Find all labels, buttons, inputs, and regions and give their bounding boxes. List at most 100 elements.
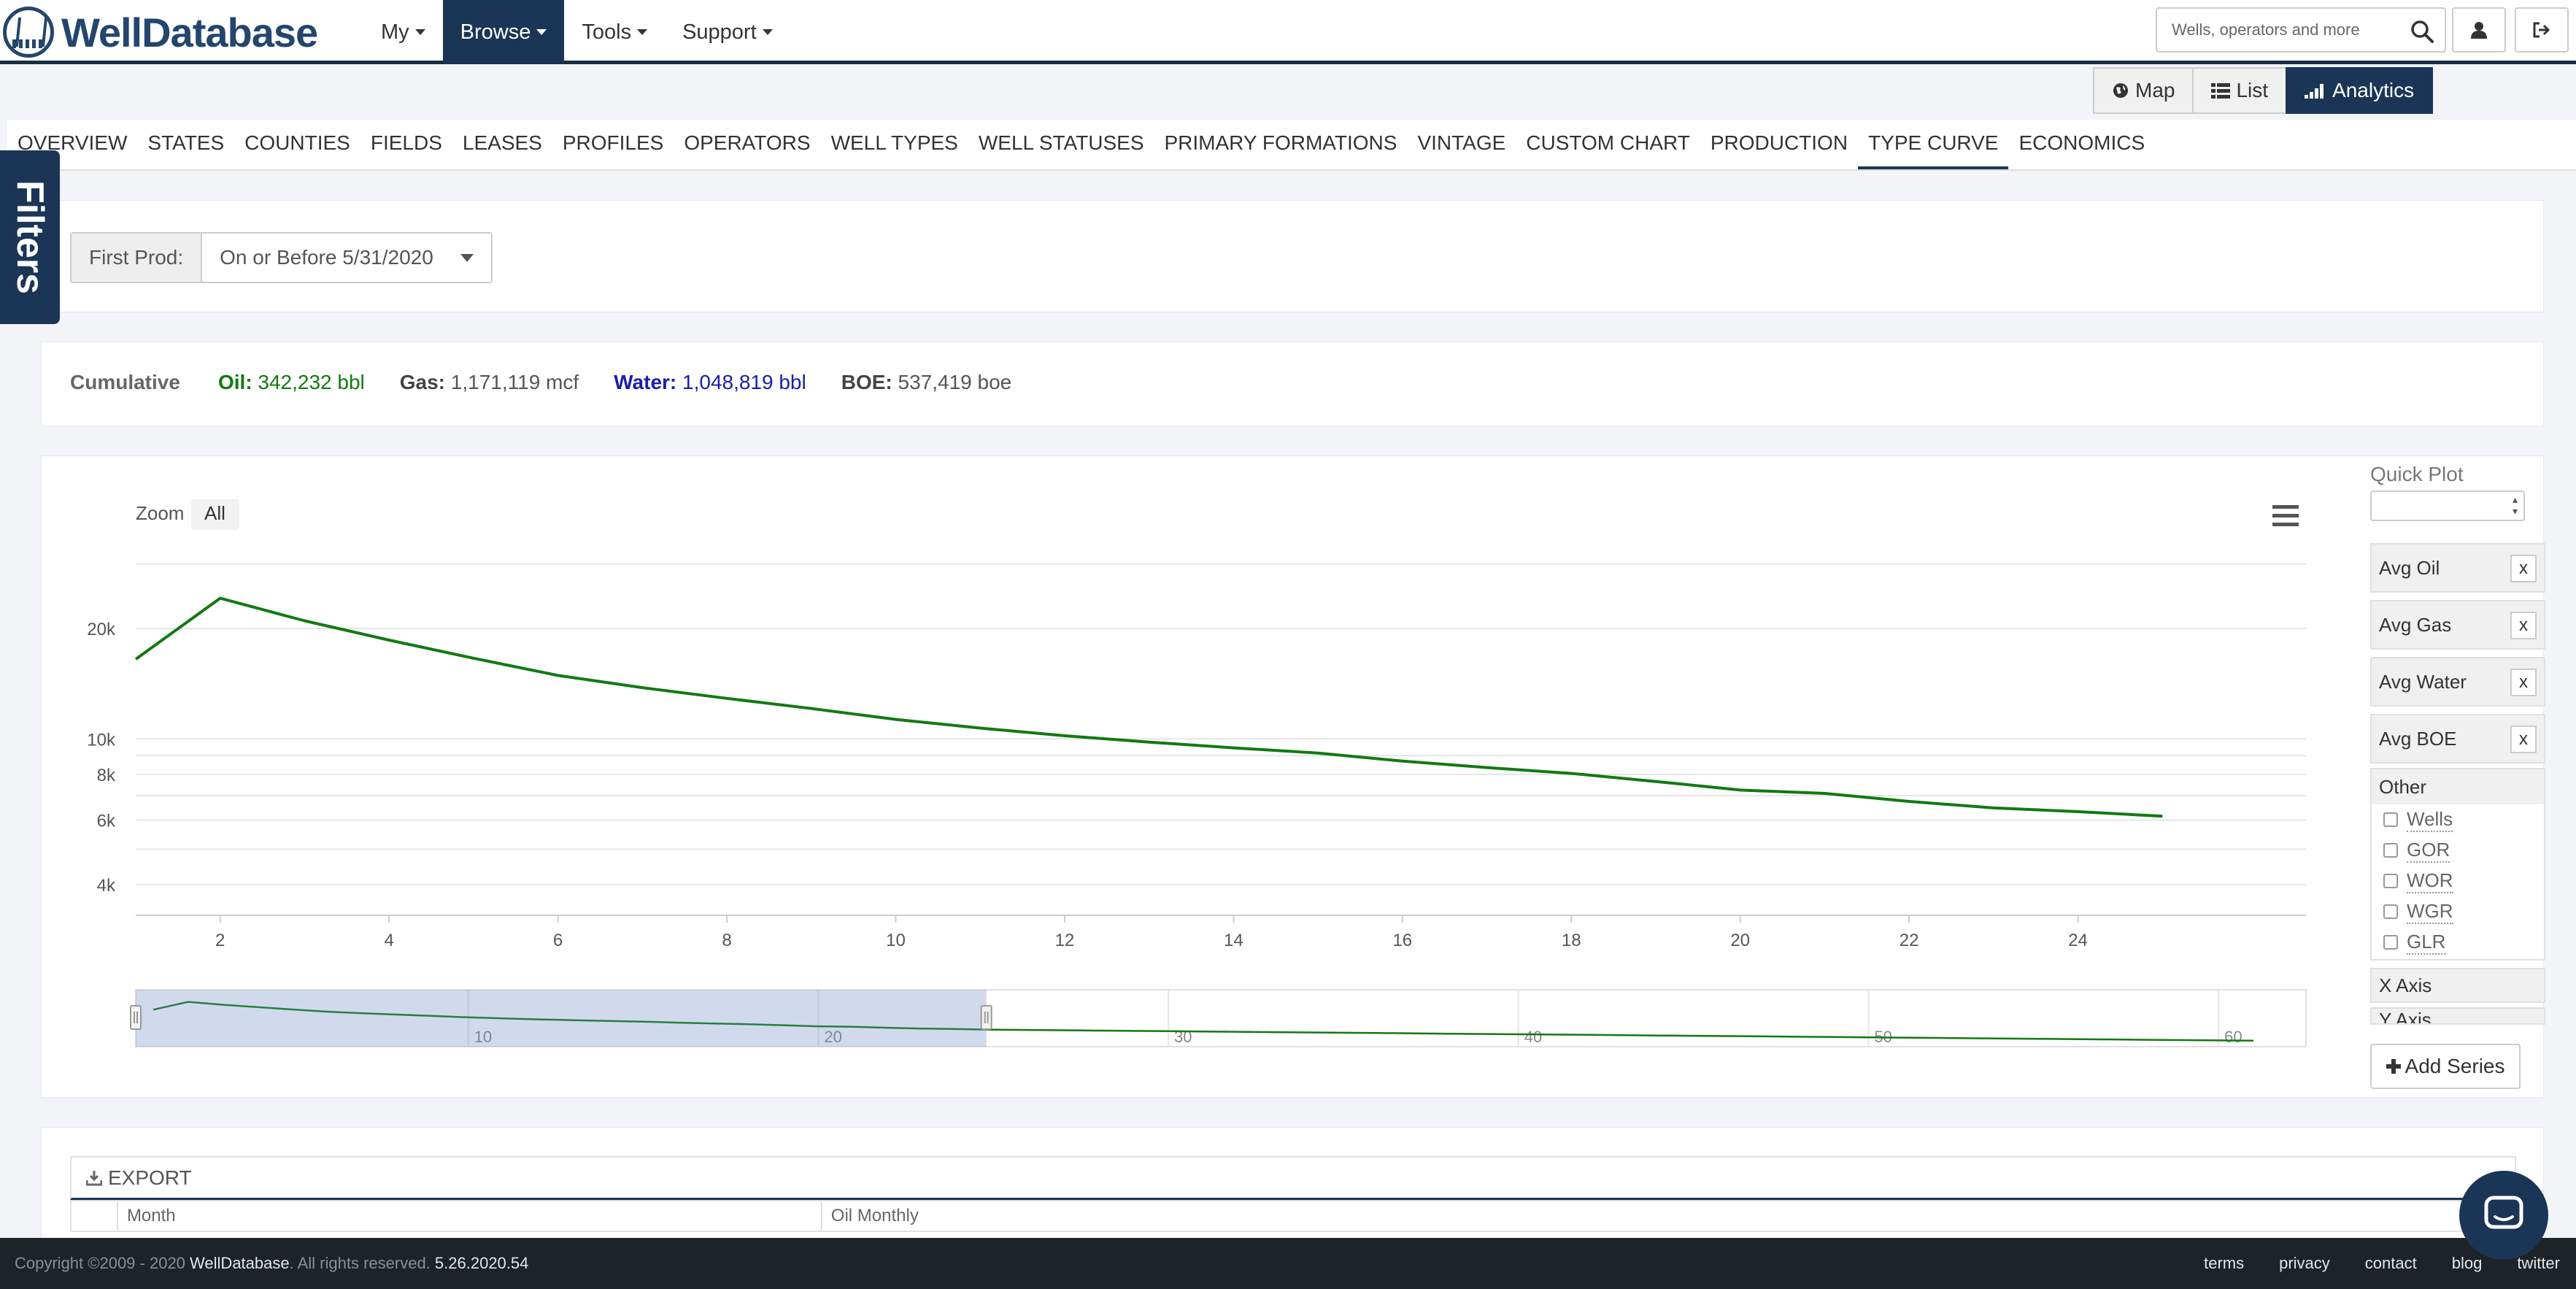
caret-down-icon [536,29,547,35]
checkbox[interactable] [2383,935,2398,950]
tab-leases[interactable]: LEASES [452,120,552,169]
x-tick-label: 2 [215,931,225,950]
series-label: Avg Water [2379,670,2467,693]
nav-tools-label: Tools [582,20,632,44]
checkbox[interactable] [2383,874,2398,888]
remove-series-button[interactable]: x [2510,612,2537,639]
tab-production[interactable]: PRODUCTION [1700,120,1858,169]
chat-icon [2484,1196,2523,1229]
analytics-tabs: OVERVIEW STATES COUNTIES FIELDS LEASES PROFIL… [7,120,2576,171]
y-axis-section[interactable]: Y Axis [2370,1007,2545,1025]
cumulative-oil: Oil: 342,232 bbl [218,371,365,394]
tab-well-types[interactable]: WELL TYPES [821,120,968,169]
tab-profiles[interactable]: PROFILES [552,120,674,169]
nav-my[interactable]: My [363,0,443,64]
option-wgr[interactable]: WGR [2372,896,2544,927]
first-prod-label: First Prod: [72,234,203,282]
footer-link-terms[interactable]: terms [2204,1254,2244,1273]
option-label: WGR [2407,900,2453,924]
nav-tools[interactable]: Tools [564,0,665,64]
series-avg-oil[interactable]: Avg Oil x [2370,543,2545,593]
footer-link-twitter[interactable]: twitter [2517,1254,2560,1273]
tab-well-statuses[interactable]: WELL STATUSES [968,120,1154,169]
tab-type-curve[interactable]: TYPE CURVE [1858,120,2009,169]
logout-button[interactable] [2515,7,2569,53]
remove-series-button[interactable]: x [2510,669,2537,696]
option-wells[interactable]: Wells [2372,804,2544,835]
cumulative-boe: BOE: 537,419 boe [841,371,1012,394]
type-curve-chart[interactable]: 4k6k8k10k20k 24681012141618202224 102030… [41,457,2359,1096]
chart-menu-icon[interactable] [2272,505,2299,526]
search-input[interactable]: Wells, operators and more [2156,7,2446,53]
series-side-panel: Quick Plot Avg Oilx Avg Gasx Avg Waterx … [2360,457,2545,1096]
filters-label: Filters [9,180,51,295]
tab-economics[interactable]: ECONOMICS [2008,120,2155,169]
footer-link-privacy[interactable]: privacy [2279,1254,2330,1273]
x-tick-label: 4 [384,931,393,950]
tab-custom-chart[interactable]: CUSTOM CHART [1516,120,1700,169]
tab-primary-formations[interactable]: PRIMARY FORMATIONS [1154,120,1408,169]
export-button[interactable]: EXPORT [70,1156,2516,1200]
navigator-handle [130,1005,142,1030]
y-tick-label: 20k [87,620,116,639]
tab-states[interactable]: STATES [137,120,234,169]
logo-icon [3,7,54,58]
x-tick-label: 18 [1562,931,1581,950]
tab-vintage[interactable]: VINTAGE [1407,120,1516,169]
remove-series-button[interactable]: x [2510,726,2537,753]
sign-out-icon [2533,22,2550,38]
view-toggle: Map List Analytics [2093,67,2434,114]
brand-logo[interactable]: WellDatabase [3,3,318,61]
first-prod-dropdown[interactable]: On or Before 5/31/2020 [202,234,492,282]
map-view-button[interactable]: Map [2093,67,2194,114]
x-axis-section[interactable]: X Axis [2370,968,2545,1003]
filters-toggle[interactable]: Filters [0,150,60,324]
y-tick-label: 10k [87,730,116,750]
quick-plot-select[interactable] [2370,490,2525,521]
x-axis-ticks: 2 4 6 8 10 12 14 16 18 20 22 24 [136,915,2306,950]
navigator-tick-label: 40 [1524,1028,1542,1046]
option-glr[interactable]: GLR [2372,927,2544,958]
series-avg-water[interactable]: Avg Water x [2370,657,2545,707]
user-button[interactable] [2452,7,2506,53]
chat-widget-button[interactable] [2459,1171,2548,1260]
add-series-button[interactable]: Add Series [2370,1044,2521,1089]
search-icon[interactable] [2410,19,2434,44]
first-prod-filter[interactable]: First Prod: On or Before 5/31/2020 [70,232,493,283]
tab-fields[interactable]: FIELDS [360,120,452,169]
checkbox[interactable] [2383,812,2398,827]
chart-series [134,596,2163,818]
list-view-label: List [2236,79,2269,101]
search-placeholder: Wells, operators and more [2172,20,2360,39]
signal-bars-icon [2305,84,2324,99]
option-label: GLR [2407,931,2446,955]
remove-series-button[interactable]: x [2510,555,2537,582]
option-wor[interactable]: WOR [2372,866,2544,896]
y-axis-ticks: 4k 6k 8k 10k 20k [87,620,116,896]
chart-navigator[interactable]: 102030405060 [130,989,2307,1047]
column-header-month[interactable]: Month [118,1201,822,1231]
add-series-label: Add Series [2405,1055,2505,1077]
globe-icon [2113,83,2128,98]
option-label: Wells [2407,808,2453,832]
series-avg-boe[interactable]: Avg BOE x [2370,714,2545,763]
list-view-button[interactable]: List [2192,67,2288,114]
boe-value: 537,419 boe [898,371,1012,393]
copyright-text: Copyright ©2009 - 2020 [15,1254,185,1272]
column-header-oil-monthly[interactable]: Oil Monthly [822,1201,2515,1231]
checkbox[interactable] [2383,843,2398,858]
tab-counties[interactable]: COUNTIES [234,120,360,169]
x-tick-label: 24 [2068,931,2088,950]
checkbox[interactable] [2383,904,2398,919]
gas-label: Gas: [399,371,445,393]
y-tick-label: 6k [97,812,116,831]
nav-browse[interactable]: Browse [442,0,565,64]
footer-link-contact[interactable]: contact [2365,1254,2417,1273]
option-gor[interactable]: GOR [2372,835,2544,866]
tab-operators[interactable]: OPERATORS [674,120,820,169]
nav-support[interactable]: Support [665,0,790,64]
analytics-view-button[interactable]: Analytics [2286,67,2434,114]
caret-down-icon [414,29,425,35]
series-avg-gas[interactable]: Avg Gas x [2370,600,2545,650]
footer-link-blog[interactable]: blog [2452,1254,2483,1273]
